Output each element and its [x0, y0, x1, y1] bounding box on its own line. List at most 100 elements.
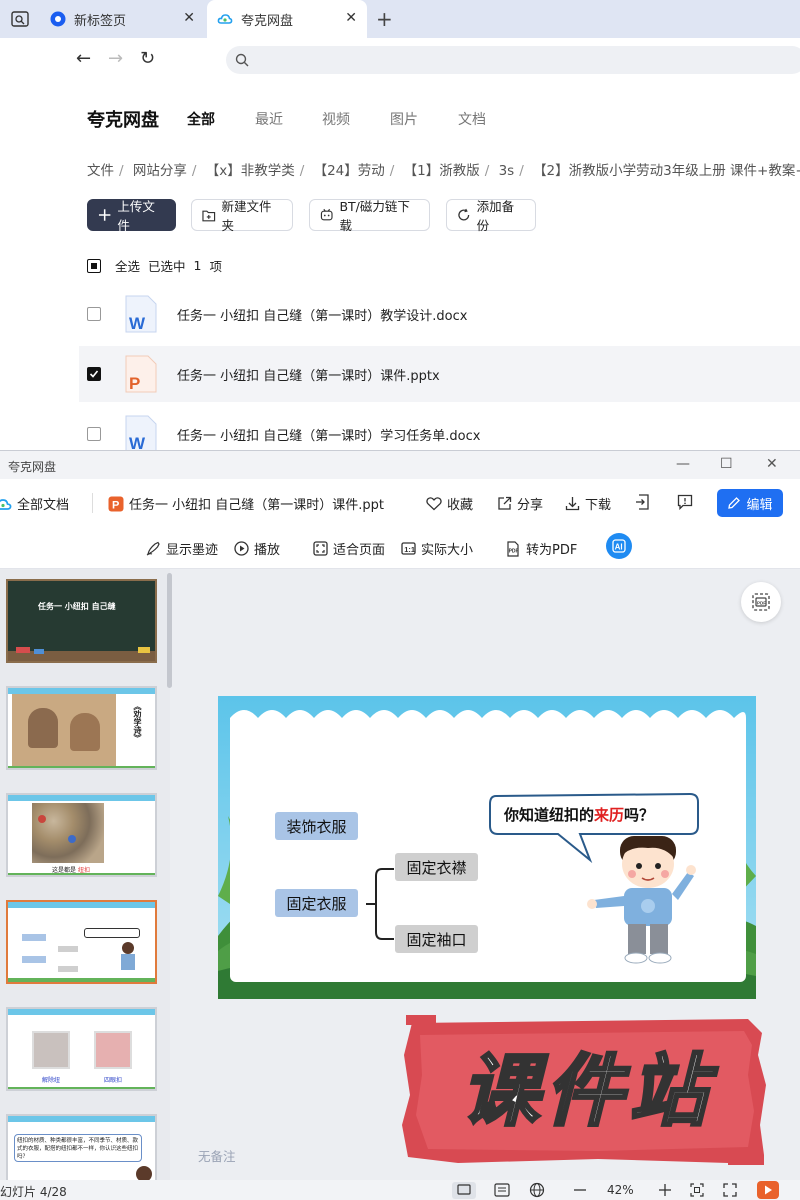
nav-tab-images[interactable]: 图片 [390, 109, 418, 129]
slide-thumbnail-4[interactable] [6, 900, 157, 984]
nav-tab-recent[interactable]: 最近 [255, 109, 283, 129]
add-backup-button[interactable]: 添加备份 [446, 199, 536, 233]
edit-button[interactable]: 编辑 [717, 489, 783, 517]
play-button[interactable]: 播放 [234, 539, 280, 558]
normal-view-icon[interactable] [452, 1182, 476, 1199]
fullscreen-icon[interactable] [722, 1182, 738, 1198]
breadcrumb-item[interactable]: 【1】浙教版 [404, 163, 480, 179]
slideshow-play-icon[interactable] [757, 1181, 779, 1199]
convert-to-pdf-button[interactable]: PDF 转为PDF [505, 539, 577, 558]
sync-icon [458, 208, 470, 221]
nav-tab-video[interactable]: 视频 [322, 109, 350, 129]
slide-thumbnail-2[interactable]: 《劝学诗》 [6, 686, 157, 770]
slide-box-fix: 固定衣服 [275, 889, 358, 917]
svg-text:PDF: PDF [509, 548, 519, 554]
forward-arrow-icon[interactable]: → [108, 48, 123, 69]
tab-search-icon[interactable] [10, 9, 30, 29]
show-ink-button[interactable]: 显示墨迹 [146, 539, 218, 558]
file-checkbox[interactable] [87, 367, 101, 381]
heart-icon [426, 497, 442, 511]
breadcrumb: 文件 / 网站分享 / 【x】非教学类 / 【24】劳动 / 【1】浙教版/ 3s / 【… [87, 159, 800, 179]
file-checkbox[interactable] [87, 427, 101, 441]
select-all-row: 全选 已选中 1 项 [87, 256, 222, 275]
bt-magnet-download-button[interactable]: BT/磁力链下载 [309, 199, 430, 233]
slide-question: 你知道纽扣的来历吗？ [504, 806, 655, 824]
thumb-caption: 四眼扣 [104, 1077, 123, 1084]
thumb-caption: 解除纽 [42, 1077, 61, 1084]
powerpoint-file-icon: P [125, 355, 157, 393]
favorite-button[interactable]: 收藏 [426, 494, 473, 513]
play-icon [234, 541, 249, 556]
brand-title: 夸克网盘 [87, 110, 159, 131]
breadcrumb-item[interactable]: 【2】浙教版小学劳动3年级上册 课件+教案+ [533, 163, 800, 179]
close-tab-icon[interactable]: ✕ [345, 10, 357, 26]
back-arrow-icon[interactable]: ← [76, 48, 91, 69]
notes-view-icon[interactable] [494, 1183, 510, 1197]
fit-window-icon[interactable] [689, 1182, 705, 1198]
tab-quark-drive[interactable]: 夸克网盘 ✕ [207, 0, 367, 38]
fit-view-button[interactable]: PDF [741, 582, 781, 622]
address-bar: ← → ↻ [0, 38, 800, 82]
tab-label: 夸克网盘 [241, 13, 294, 29]
url-input[interactable] [226, 46, 800, 74]
magnet-icon [320, 208, 333, 221]
breadcrumb-item[interactable]: 网站分享 [133, 163, 187, 179]
select-all-label[interactable]: 全选 [115, 256, 140, 275]
upload-file-button[interactable]: 上传文件 [87, 199, 176, 233]
slide-box-lapel: 固定衣襟 [395, 853, 478, 881]
browser-tab-bar: 新标签页 ✕ 夸克网盘 ✕ + [0, 0, 800, 38]
file-name: 任务一 小纽扣 自己缝（第一课时）课件.pptx [177, 368, 440, 384]
actual-size-button[interactable]: 1:1 实际大小 [401, 539, 473, 558]
zoom-out-icon[interactable] [572, 1182, 588, 1198]
slide-thumbnail-5[interactable]: 解除纽 四眼扣 [6, 1007, 157, 1091]
new-tab-plus-icon[interactable]: + [376, 7, 393, 31]
viewer-window-title: 夸克网盘 [8, 460, 57, 474]
breadcrumb-item[interactable]: 【24】劳动 [314, 163, 385, 179]
file-checkbox[interactable] [87, 307, 101, 321]
ai-assistant-icon[interactable]: AI [606, 533, 632, 559]
minimize-icon[interactable]: — [676, 456, 690, 472]
word-file-icon: W [125, 295, 157, 333]
selected-count: 1 [193, 258, 202, 273]
selected-label: 已选中 [148, 259, 186, 274]
svg-text:1:1: 1:1 [404, 545, 415, 554]
svg-text:AI: AI [615, 543, 623, 552]
zoom-in-icon[interactable] [657, 1182, 673, 1198]
breadcrumb-item[interactable]: 【x】非教学类 [206, 163, 295, 179]
tab-new-tab[interactable]: 新标签页 ✕ [40, 0, 205, 38]
breadcrumb-item[interactable]: 文件 [87, 163, 114, 179]
word-file-icon: W [125, 415, 157, 453]
slide-thumbnail-6[interactable]: 纽扣的材质、种类都很丰富，不同季节、材质、款式的衣服，配搭的纽扣都不一样，你认识… [6, 1114, 157, 1184]
download-button[interactable]: 下载 [565, 494, 611, 513]
all-documents-button[interactable]: 全部文档 [0, 494, 69, 513]
fit-page-button[interactable]: 适合页面 [313, 539, 385, 558]
maximize-icon[interactable]: ☐ [720, 456, 733, 472]
feedback-icon[interactable] [677, 494, 693, 510]
slide-thumbnail-1[interactable]: 任务一 小纽扣 自己缝 [6, 579, 157, 663]
export-icon[interactable] [635, 494, 650, 510]
file-row[interactable]: W 任务一 小纽扣 自己缝（第一课时）教学设计.docx [79, 286, 800, 342]
nav-tab-all[interactable]: 全部 [187, 109, 215, 129]
selected-unit: 项 [209, 259, 222, 274]
watermark-stamp: 课件站 [398, 1015, 770, 1165]
new-tab-logo-icon [50, 11, 66, 27]
close-window-icon[interactable]: ✕ [766, 456, 778, 472]
viewer-toolbar: 全部文档 P 任务一 小纽扣 自己缝（第一课时）课件.ppt 收藏 分享 下载 [0, 479, 800, 525]
slide-counter: 幻灯片 4/28 [0, 1185, 67, 1199]
globe-icon[interactable] [529, 1182, 545, 1198]
file-row[interactable]: P 任务一 小纽扣 自己缝（第一课时）课件.pptx [79, 346, 800, 402]
reload-icon[interactable]: ↻ [140, 48, 155, 69]
viewer-status-bar: 幻灯片 4/28 42% [0, 1180, 800, 1200]
actual-size-icon: 1:1 [401, 542, 416, 555]
speaker-notes-placeholder[interactable]: 无备注 [198, 1146, 236, 1165]
pencil-icon [728, 497, 741, 509]
new-folder-button[interactable]: 新建文件夹 [191, 199, 293, 233]
breadcrumb-item[interactable]: 3s [499, 163, 515, 179]
nav-tab-docs[interactable]: 文档 [458, 109, 486, 129]
slide-thumbnail-3[interactable]: 这是都是 纽扣 [6, 793, 157, 877]
close-tab-icon[interactable]: ✕ [183, 10, 195, 26]
select-all-checkbox[interactable] [87, 258, 101, 273]
share-button[interactable]: 分享 [497, 494, 543, 513]
svg-text:W: W [129, 314, 146, 333]
thumbnail-scrollbar[interactable] [167, 573, 172, 688]
